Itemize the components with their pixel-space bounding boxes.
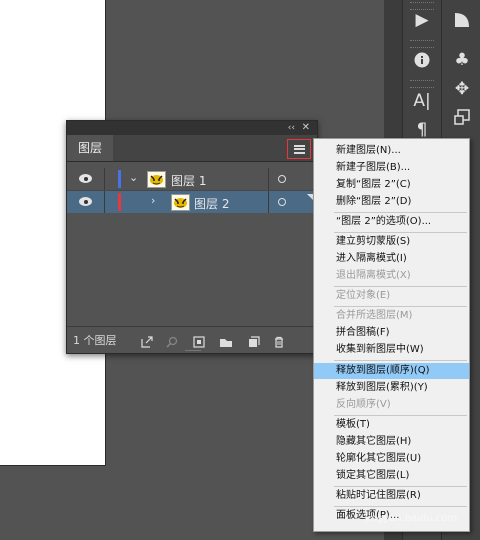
layers-panel: ‹‹ ✕ 图层 ⌄ 图层 1 › 图层 2 1 个图层 — [66, 120, 318, 354]
menu-item-template[interactable]: 模板(T) — [314, 417, 469, 433]
export-icon[interactable] — [141, 333, 153, 348]
column-divider — [268, 191, 269, 213]
tab-layers[interactable]: 图层 — [67, 135, 113, 161]
layers-panel-flyout-menu: 新建图层(N)... 新建子图层(B)... 复制“图层 2”(C) 删除“图层… — [313, 138, 470, 532]
layer-row-2[interactable]: › 图层 2 — [67, 191, 317, 213]
layer-thumbnail — [171, 194, 190, 211]
menu-separator — [334, 306, 467, 307]
new-layer-icon[interactable] — [248, 333, 260, 347]
info-icon[interactable] — [407, 47, 437, 73]
eye-icon[interactable] — [79, 174, 92, 183]
menu-separator — [334, 486, 467, 487]
puppet-warp-icon[interactable]: ✥ — [447, 76, 477, 102]
chevron-right-icon[interactable]: › — [151, 194, 155, 207]
dock-grip[interactable] — [410, 80, 434, 88]
menu-item-new-sublayer[interactable]: 新建子图层(B)... — [314, 160, 469, 176]
menu-separator — [334, 360, 467, 361]
menu-item-lock-others[interactable]: 锁定其它图层(L) — [314, 468, 469, 484]
menu-item-hide-others[interactable]: 隐藏其它图层(H) — [314, 434, 469, 450]
menu-item-flatten-artwork[interactable]: 拼合图稿(F) — [314, 325, 469, 341]
trash-icon[interactable] — [273, 333, 285, 348]
panel-footer: 1 个图层 — [67, 326, 317, 353]
close-icon[interactable]: ✕ — [302, 121, 310, 135]
layer-row-1[interactable]: ⌄ 图层 1 — [67, 168, 317, 191]
search-icon[interactable] — [166, 333, 178, 348]
menu-item-duplicate-layer[interactable]: 复制“图层 2”(C) — [314, 177, 469, 193]
column-divider — [268, 168, 269, 190]
club-symbol-icon[interactable]: ♣ — [447, 47, 477, 73]
layer-name[interactable]: 图层 1 — [171, 172, 206, 189]
menu-item-enter-isolation-mode[interactable]: 进入隔离模式(I) — [314, 251, 469, 267]
tiger-face-icon — [150, 175, 163, 185]
chevron-down-icon[interactable]: ⌄ — [129, 171, 138, 184]
layer-count: 1 个图层 — [73, 334, 117, 347]
layer-color-bar — [118, 193, 121, 211]
column-divider — [104, 168, 105, 190]
menu-separator — [334, 232, 467, 233]
column-divider — [104, 191, 105, 213]
menu-item-paste-remembers-layers[interactable]: 粘贴时记住图层(R) — [314, 488, 469, 504]
menu-item-collect-in-new-layer[interactable]: 收集到新图层中(W) — [314, 342, 469, 358]
panel-tab-bar: 图层 — [67, 135, 317, 162]
play-icon[interactable]: ▶ — [407, 7, 437, 33]
menu-separator — [334, 212, 467, 213]
target-circle-icon[interactable] — [278, 198, 286, 206]
menu-item-delete-layer[interactable]: 删除“图层 2”(D) — [314, 194, 469, 210]
menu-item-merge-selected[interactable]: 合并所选图层(M) — [314, 308, 469, 324]
resize-grip[interactable] — [185, 350, 201, 355]
character-icon[interactable]: A| — [407, 88, 437, 114]
menu-item-release-to-layers-sequence[interactable]: 释放到图层(顺序)(Q) — [314, 363, 469, 379]
new-sublayer-icon[interactable] — [219, 333, 232, 347]
menu-item-exit-isolation-mode[interactable]: 退出隔离模式(X) — [314, 268, 469, 284]
collapse-icon[interactable]: ‹‹ — [288, 121, 295, 135]
menu-separator — [334, 286, 467, 287]
menu-item-make-clipping-mask[interactable]: 建立剪切蒙版(S) — [314, 234, 469, 250]
target-circle-icon[interactable] — [278, 175, 286, 183]
panel-menu-button[interactable] — [287, 139, 311, 159]
menu-item-outline-others[interactable]: 轮廓化其它图层(U) — [314, 451, 469, 467]
layer-name[interactable]: 图层 2 — [194, 195, 229, 212]
hamburger-menu-icon — [293, 144, 305, 154]
tiger-face-icon — [174, 198, 187, 208]
transform-icon[interactable] — [447, 104, 477, 130]
layer-thumbnail — [147, 171, 166, 188]
layer-color-bar — [118, 170, 121, 188]
menu-item-release-to-layers-build[interactable]: 释放到图层(累积)(Y) — [314, 380, 469, 396]
eye-icon[interactable] — [79, 197, 92, 206]
watermark-text: jingyan.baidu.com — [365, 513, 458, 524]
menu-separator — [334, 506, 467, 507]
menu-item-new-layer[interactable]: 新建图层(N)... — [314, 143, 469, 159]
menu-item-layer-options[interactable]: “图层 2”的选项(O)... — [314, 214, 469, 230]
menu-separator — [334, 415, 467, 416]
panel-title-bar[interactable]: ‹‹ ✕ — [67, 121, 317, 135]
gradient-icon[interactable] — [447, 7, 477, 33]
clipping-mask-icon[interactable] — [193, 333, 205, 348]
menu-item-locate-object[interactable]: 定位对象(E) — [314, 288, 469, 304]
menu-item-reverse-order[interactable]: 反向顺序(V) — [314, 397, 469, 413]
